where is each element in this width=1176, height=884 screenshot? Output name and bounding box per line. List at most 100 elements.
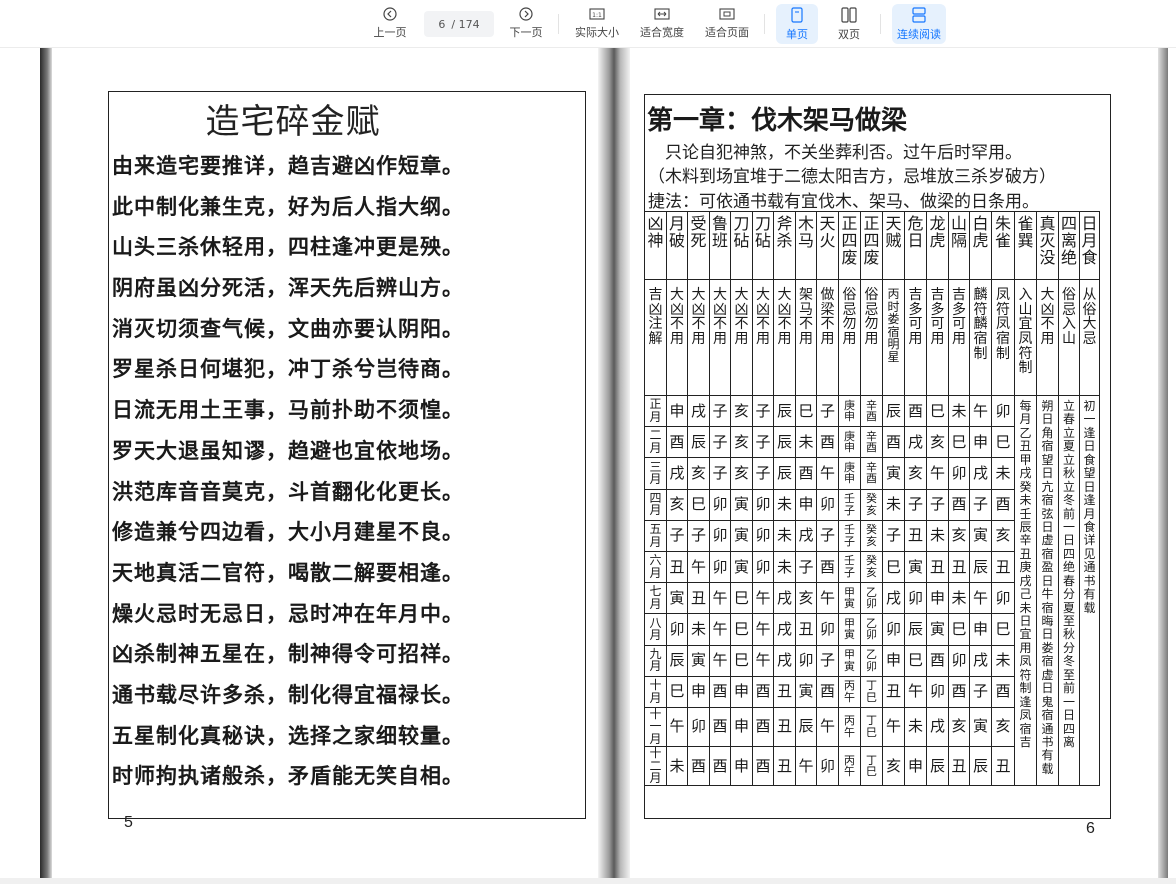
chevron-left-circle-icon <box>383 7 397 21</box>
note-text: 从俗大忌 <box>1082 287 1097 348</box>
month-cell: 九月 <box>644 644 667 677</box>
header-text: 鲁班 <box>711 214 728 250</box>
table-cell: 子 <box>816 394 839 428</box>
cell-value: 辰 <box>972 557 988 576</box>
table-cell: 亥 <box>926 426 949 459</box>
header-text: 天火 <box>819 214 836 250</box>
table-cell: 癸亥 <box>860 488 883 521</box>
table-cell: 酉 <box>904 394 927 428</box>
table-cell: 亥 <box>795 582 817 615</box>
intro-line-3: 捷法：可依通书载有宜伐木、架马、做梁的日条用。 <box>648 192 1039 212</box>
table-cell: 辰 <box>904 613 927 646</box>
cell-value: 子 <box>712 463 728 482</box>
fit-width-icon <box>654 8 670 20</box>
cell-value: 戌 <box>776 588 792 607</box>
table-cell: 午 <box>752 582 774 615</box>
table-cell: 卯 <box>666 613 688 646</box>
fit-page-button[interactable]: 适合页面 <box>702 4 752 44</box>
poem-line: 天地真活二官符，喝散二解要相逢。 <box>112 559 464 585</box>
cell-value: 丁巳 <box>866 753 877 779</box>
cell-value: 戌 <box>972 651 988 670</box>
cell-value: 辰 <box>929 756 945 775</box>
almanac-table: 凶神 月破 受死 鲁班 刀砧 刀砧 斧杀 木马 天火 正四废 正四废 天贼 危日 龙虎 山隔 白虎 朱雀 雀巽 真灭… <box>644 211 1100 787</box>
book-edge-right <box>1158 48 1168 884</box>
cell-value: 癸亥 <box>866 523 877 548</box>
poem-line: 山头三杀休轻用，四柱逢冲更是殃。 <box>112 234 464 260</box>
table-cell: 子 <box>969 488 992 521</box>
header-text: 真灭没 <box>1039 214 1056 267</box>
table-cell: 辰 <box>969 746 992 787</box>
cell-value: 庚申 <box>844 429 855 455</box>
table-cell: 丑 <box>795 613 817 646</box>
single-page-button[interactable]: 单页 <box>776 4 818 44</box>
cell-value: 亥 <box>669 495 685 514</box>
left-page-title: 造宅碎金赋 <box>205 102 381 142</box>
header-cell: 斧杀 <box>773 211 796 280</box>
page-current-input[interactable]: 6 <box>438 18 445 31</box>
cell-value: 亥 <box>907 463 923 482</box>
table-cell: 寅 <box>969 519 992 552</box>
actual-size-button[interactable]: 1:1 实际大小 <box>572 4 622 44</box>
single-page-icon <box>791 7 803 23</box>
poem-line: 由来造宅要推详，趋吉避凶作短章。 <box>112 153 464 178</box>
cell-value: 丑 <box>776 756 792 775</box>
cell-value: 子 <box>755 401 771 420</box>
note-cell: 大凶不用 <box>666 279 688 396</box>
document-viewer[interactable]: 造宅碎金赋 由来造宅要推详，趋吉避凶作短章。 此中制化兼生克，好为后人指大纲。 山头… <box>0 48 1176 884</box>
next-page-button[interactable]: 下一页 <box>506 4 546 44</box>
header-text: 雀巽 <box>1017 214 1034 250</box>
table-cell: 辰 <box>773 457 796 490</box>
month-label: 六月 <box>649 553 662 580</box>
month-label: 正月 <box>649 397 662 424</box>
cell-value: 亥 <box>929 432 945 451</box>
table-cell: 未 <box>773 519 796 552</box>
cell-value: 丑 <box>951 756 967 775</box>
cell-value: 巳 <box>951 619 967 638</box>
table-cell: 寅 <box>730 519 753 552</box>
table-cell: 子 <box>904 488 927 521</box>
table-cell: 甲寅 <box>838 582 861 615</box>
column-note-text: 朔日角宿望日亢宿弦日虚宿盈日牛宿晦日娄宿虚日鬼宿通书有载 <box>1041 399 1054 776</box>
table-cell: 癸亥 <box>860 550 883 584</box>
continuous-reading-button[interactable]: 连续阅读 <box>892 4 946 44</box>
note-text: 大凶不用 <box>734 287 749 348</box>
page-indicator[interactable]: 6 / 174 <box>424 11 494 37</box>
prev-page-button[interactable]: 上一页 <box>370 4 410 44</box>
cell-value: 酉 <box>819 432 835 451</box>
fit-width-button[interactable]: 适合宽度 <box>637 4 687 44</box>
table-cell: 亥 <box>904 457 927 490</box>
table-cell: 午 <box>816 457 839 490</box>
table-notes-row: 吉凶注解 大凶不用 大凶不用 大凶不用 大凶不用 大凶不用 大凶不用 架马不用 做梁不用 俗忌勿用… <box>644 279 1100 396</box>
cell-value: 戌 <box>929 717 945 736</box>
cell-value: 辰 <box>972 756 988 775</box>
table-cell: 巳 <box>991 613 1015 646</box>
header-cell: 危日 <box>904 211 927 280</box>
header-cell: 朱雀 <box>991 211 1015 280</box>
cell-value: 卯 <box>995 401 1011 420</box>
note-cell: 凤符凤宿制 <box>991 279 1015 396</box>
cell-value: 卯 <box>712 526 728 545</box>
table-cell: 壬子 <box>838 519 861 552</box>
table-cell: 巳 <box>730 613 753 646</box>
table-cell: 寅 <box>666 582 688 615</box>
table-cell: 戌 <box>969 457 992 490</box>
table-cell: 酉 <box>816 550 839 584</box>
table-cell: 子 <box>752 394 774 428</box>
cell-value: 卯 <box>712 495 728 514</box>
table-cell: 子 <box>795 550 817 584</box>
table-cell: 午 <box>969 582 992 615</box>
table-cell: 酉 <box>752 706 774 748</box>
table-cell: 午 <box>687 550 710 584</box>
cell-value: 寅 <box>798 682 814 701</box>
poem-line: 洪范库音音莫克，斗首翻化化更长。 <box>112 478 464 504</box>
table-cell: 卯 <box>687 706 710 748</box>
double-page-button[interactable]: 双页 <box>828 4 870 44</box>
book-edge-left <box>40 48 52 884</box>
cell-value: 酉 <box>798 463 814 482</box>
cell-value: 酉 <box>690 756 706 775</box>
cell-value: 丑 <box>776 717 792 736</box>
cell-value: 丑 <box>929 557 945 576</box>
cell-value: 寅 <box>907 557 923 576</box>
cell-value: 亥 <box>951 526 967 545</box>
cell-value: 庚申 <box>844 460 855 486</box>
